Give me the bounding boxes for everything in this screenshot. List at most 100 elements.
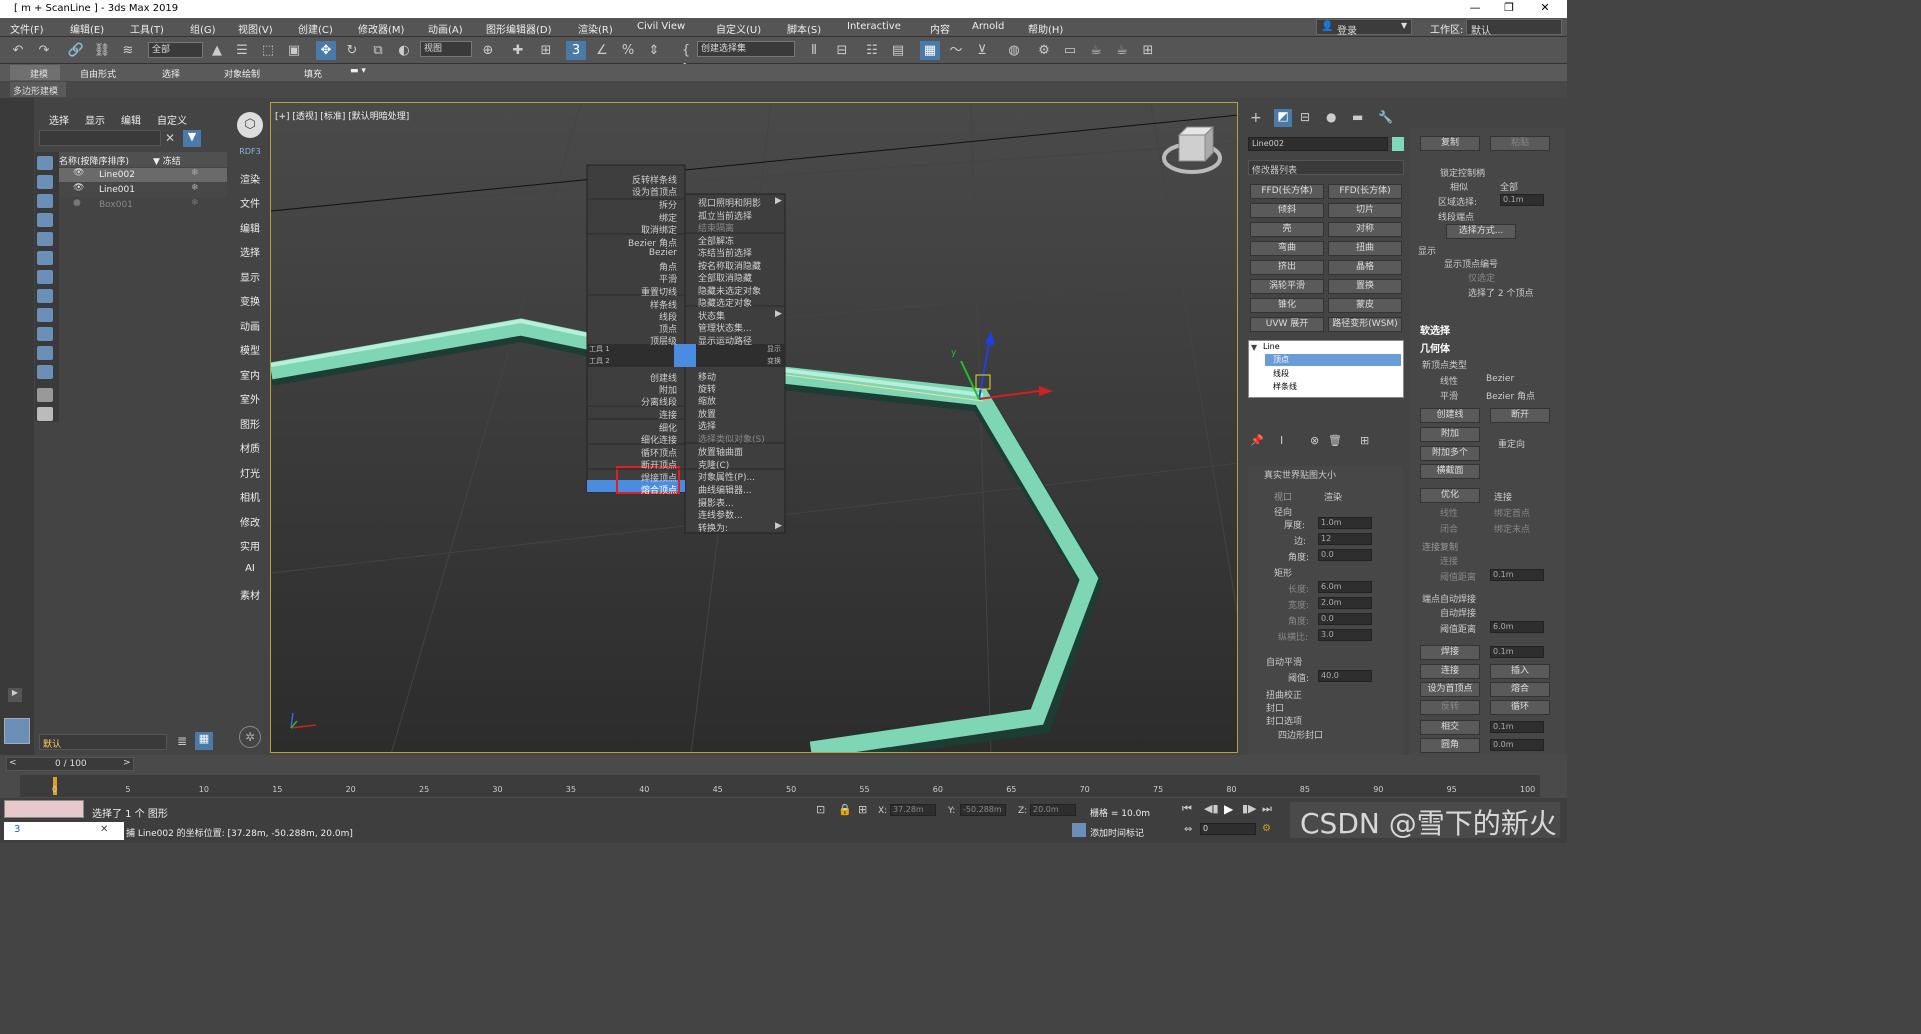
scene-explorer-icon[interactable]: ▦ <box>920 41 940 60</box>
thickness-spinner[interactable]: 1.0m <box>1318 517 1372 529</box>
menu-arnold[interactable]: Arnold <box>972 21 1004 32</box>
filter-xrefs-icon[interactable] <box>37 289 53 303</box>
filter-geometry-icon[interactable] <box>37 156 53 170</box>
make-first-button[interactable]: 设为首顶点 <box>1420 682 1480 697</box>
area-selection-spinner[interactable]: 0.1m <box>1500 194 1544 206</box>
stack-line[interactable]: Line <box>1263 342 1280 351</box>
cmd-render[interactable]: 渲染 <box>233 171 267 186</box>
prev-key-icon[interactable]: ◀▮ <box>1204 802 1219 815</box>
configure-sets-icon[interactable]: ⊞ <box>1360 434 1369 447</box>
ref-coord-dropdown[interactable]: 视图 <box>420 41 472 57</box>
minimize-button[interactable]: — <box>1460 1 1490 14</box>
threshold-spinner[interactable]: 40.0 <box>1318 670 1372 682</box>
modifier-button[interactable]: 挤出 <box>1250 260 1324 275</box>
cmd-interior[interactable]: 室内 <box>233 367 267 382</box>
goto-start-icon[interactable]: ⏮ <box>1182 802 1192 816</box>
quad-left-item[interactable]: 分离线段 <box>641 395 677 408</box>
pivot-center-icon[interactable]: ⊕ <box>478 41 498 60</box>
hierarchy-tab-icon[interactable]: ⊟ <box>1300 110 1310 124</box>
quad-left-item[interactable]: 断开顶点 <box>641 458 677 471</box>
prev-frame-icon[interactable]: < <box>9 758 17 768</box>
header-freeze[interactable]: ▼ 冻结 <box>153 154 181 167</box>
layers-icon[interactable]: ≣ <box>177 734 187 748</box>
cmd-model[interactable]: 模型 <box>233 342 267 357</box>
filter-spacewarps-icon[interactable] <box>37 251 53 265</box>
modifier-button[interactable]: 锥化 <box>1250 298 1324 313</box>
modifier-button[interactable]: 弯曲 <box>1250 241 1324 256</box>
paste-button[interactable]: 粘贴 <box>1490 136 1550 151</box>
angle-spinner[interactable]: 0.0 <box>1318 549 1372 561</box>
cmd-modify[interactable]: 修改 <box>233 514 267 529</box>
filter-bones-icon[interactable] <box>37 308 53 322</box>
viewport-label[interactable]: [+] [透视] [标准] [默认明暗处理] <box>275 109 409 122</box>
cmd-exterior[interactable]: 室外 <box>233 391 267 406</box>
play-icon[interactable]: ▶ <box>8 688 22 702</box>
cmd-file[interactable]: 文件 <box>233 195 267 210</box>
viewport-layout-icon[interactable] <box>4 718 30 744</box>
menu-rendering[interactable]: 渲染(R) <box>578 21 613 36</box>
fillet-button[interactable]: 圆角 <box>1420 738 1480 753</box>
quad-left-item[interactable]: 平滑 <box>659 272 677 285</box>
next-key-icon[interactable]: ▮▶ <box>1242 802 1257 815</box>
play-button-icon[interactable]: ▶ <box>1224 802 1233 816</box>
spinner-snap-icon[interactable]: ⇕ <box>644 41 664 60</box>
create-line-button[interactable]: 创建线 <box>1420 408 1480 423</box>
expand-icon[interactable]: ▼ <box>1251 343 1257 352</box>
quad-right-item[interactable]: 管理状态集... <box>698 321 752 334</box>
cmd-ai[interactable]: AI <box>233 563 267 574</box>
modifier-list-dropdown[interactable]: 修改器列表 <box>1248 160 1404 176</box>
close-script-icon[interactable]: ✕ <box>100 824 108 835</box>
menu-civil-view[interactable]: Civil View <box>637 21 685 32</box>
quad-right-item[interactable]: 全部取消隐藏 <box>698 271 752 284</box>
display-tab-icon[interactable]: ▬ <box>1352 110 1363 124</box>
tab-selection[interactable]: 选择 <box>162 67 180 80</box>
filter-cameras-icon[interactable] <box>37 213 53 227</box>
quad-right-item[interactable]: 选择 <box>698 419 716 432</box>
quad-right-item[interactable]: 显示运动路径 <box>698 334 752 347</box>
eye-hidden-icon[interactable]: ● <box>73 198 81 208</box>
quad-right-item[interactable]: 放置轴曲面 <box>698 445 743 458</box>
freeze-icon[interactable]: ❄ <box>191 198 199 208</box>
login-dropdown[interactable]: 👤 登录 ▼ <box>1316 19 1412 37</box>
lock-icon[interactable]: 🔒 <box>838 803 852 816</box>
poly-modeling-tab[interactable]: 多边形建模 <box>10 82 66 97</box>
tab-object-paint[interactable]: 对象绘制 <box>224 67 260 80</box>
key-mode-icon[interactable]: ⇔ <box>1184 824 1192 835</box>
filter-groups-icon[interactable] <box>37 270 53 284</box>
material-editor-icon[interactable]: ◍ <box>1004 41 1024 60</box>
menu-scripting[interactable]: 脚本(S) <box>787 21 821 36</box>
angle-snap-icon[interactable]: ∠ <box>592 41 612 60</box>
break-button[interactable]: 断开 <box>1490 408 1550 423</box>
fuse-button[interactable]: 熔合 <box>1490 682 1550 697</box>
place-icon[interactable]: ◐ <box>394 41 414 60</box>
attach-multiple-button[interactable]: 附加多个 <box>1420 446 1480 461</box>
z-coord[interactable]: 20.0m <box>1030 804 1076 816</box>
menu-help[interactable]: 帮助(H) <box>1028 21 1063 36</box>
cap-checkbox[interactable]: 封口 <box>1266 701 1284 714</box>
quad-left-item[interactable]: Bezier <box>649 248 677 258</box>
modifier-button[interactable]: 倾斜 <box>1250 203 1324 218</box>
menu-customize[interactable]: 自定义(U) <box>716 21 761 36</box>
modifier-button[interactable]: 壳 <box>1250 222 1324 237</box>
unlink-icon[interactable]: ⛓ <box>92 41 112 60</box>
time-slider[interactable]: < 0 / 100 > <box>6 757 134 771</box>
auto-smooth-checkbox[interactable]: 自动平滑 <box>1266 655 1302 668</box>
freeze-icon[interactable]: ❄ <box>191 168 199 178</box>
settings-gear-icon[interactable]: ✲ <box>239 726 261 748</box>
sides-spinner[interactable]: 12 <box>1318 533 1372 545</box>
script-icon[interactable]: 3 <box>14 824 20 835</box>
quad-right-item[interactable]: 对象属性(P)... <box>698 470 755 483</box>
time-tag-icon[interactable] <box>1072 823 1086 837</box>
make-unique-icon[interactable]: ⊗ <box>1310 434 1319 447</box>
quad-right-item[interactable]: 结束隔离 <box>698 221 734 234</box>
named-selection-dropdown[interactable]: 创建选择集 <box>697 41 795 57</box>
cmd-edit[interactable]: 编辑 <box>233 220 267 235</box>
object-color-swatch[interactable] <box>1392 137 1404 151</box>
create-tab-icon[interactable]: + <box>1250 110 1262 126</box>
curve-editor-icon[interactable]: 〜 <box>946 41 966 60</box>
header-name[interactable]: 名称(按降序排序) <box>59 154 129 167</box>
object-name-field[interactable]: Line002 <box>1248 137 1388 151</box>
utilities-tab-icon[interactable]: 🔧 <box>1378 110 1393 124</box>
scene-row[interactable]: ● Box001 ❄ <box>59 198 227 212</box>
menu-views[interactable]: 视图(V) <box>238 21 273 36</box>
